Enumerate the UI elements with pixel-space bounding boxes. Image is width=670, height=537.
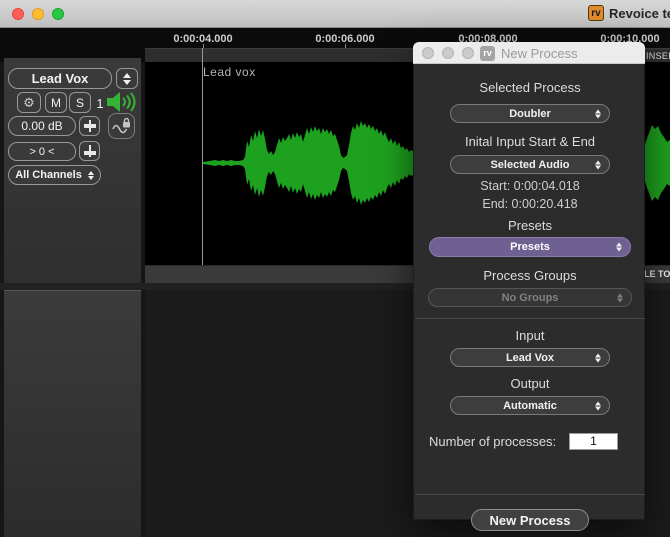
playhead-cursor[interactable] (202, 48, 203, 265)
new-process-dialog: rv New Process Selected Process Doubler … (413, 42, 645, 520)
dropdown-arrows-icon (88, 171, 94, 180)
dialog-title: New Process (501, 46, 578, 61)
dropdown-arrows-icon (595, 160, 601, 169)
up-arrow-icon (123, 73, 131, 78)
dropdown-arrows-icon (617, 293, 623, 302)
window-titlebar: rv Revoice test (0, 0, 670, 28)
input-heading: Input (414, 328, 646, 343)
process-groups-value: No Groups (502, 292, 559, 304)
insert-label: INSERT (646, 51, 670, 61)
dialog-divider (415, 318, 645, 319)
mute-button[interactable]: M (45, 92, 67, 113)
speaker-icon[interactable] (105, 89, 137, 115)
wave-lock-icon (111, 117, 132, 135)
clip-label: Lead vox (203, 65, 256, 79)
process-groups-dropdown: No Groups (428, 288, 632, 307)
selected-process-heading: Selected Process (414, 80, 646, 95)
dialog-titlebar[interactable]: rv New Process (413, 42, 645, 64)
gear-icon: ⚙ (23, 95, 35, 111)
end-time-text: End: 0:00:20.418 (414, 197, 646, 211)
output-value: Automatic (503, 400, 557, 412)
track-name-button[interactable]: Lead Vox (8, 68, 112, 89)
track-control-panel: Lead Vox ⚙ M S 1 0.00 dB > 0 < All Chann… (4, 58, 141, 283)
presets-heading: Presets (414, 218, 646, 233)
empty-track-panel (4, 290, 141, 537)
dialog-body: Selected Process Doubler Inital Input St… (413, 64, 645, 520)
selected-process-value: Doubler (509, 108, 551, 120)
gain-fader-button[interactable] (79, 116, 100, 136)
revoice-app-icon: rv (588, 5, 604, 21)
dropdown-arrows-icon (595, 401, 601, 410)
start-time-text: Start: 0:00:04.018 (414, 179, 646, 193)
pitch-fader-button[interactable] (79, 141, 100, 161)
initial-input-value: Selected Audio (490, 159, 569, 171)
dropdown-arrows-icon (595, 109, 601, 118)
output-heading: Output (414, 376, 646, 391)
pitch-range-button[interactable]: > 0 < (8, 142, 76, 161)
gain-button[interactable]: 0.00 dB (8, 116, 76, 136)
zoom-window-button[interactable] (52, 8, 64, 20)
band-label-fragment: LE TO (644, 269, 670, 279)
window-title-text: Revoice test (609, 6, 670, 21)
input-value: Lead Vox (506, 352, 554, 364)
dialog-close-button[interactable] (422, 47, 434, 59)
process-groups-heading: Process Groups (414, 268, 646, 283)
initial-input-dropdown[interactable]: Selected Audio (450, 155, 610, 174)
input-dropdown[interactable]: Lead Vox (450, 348, 610, 367)
num-processes-label: Number of processes: (429, 434, 556, 449)
dropdown-arrows-icon (616, 243, 622, 252)
new-process-button[interactable]: New Process (471, 509, 589, 531)
down-arrow-icon (123, 80, 131, 85)
waveform-lock-button[interactable] (108, 113, 135, 139)
solo-button[interactable]: S (69, 92, 91, 113)
track-height-stepper[interactable] (116, 68, 138, 89)
dropdown-arrows-icon (595, 353, 601, 362)
minimize-window-button[interactable] (32, 8, 44, 20)
presets-value: Presets (510, 241, 550, 253)
dialog-divider (415, 494, 645, 495)
channels-dropdown[interactable]: All Channels (8, 165, 101, 185)
selected-process-dropdown[interactable]: Doubler (450, 104, 610, 123)
dialog-zoom-button[interactable] (462, 47, 474, 59)
track-settings-button[interactable]: ⚙ (17, 92, 41, 113)
presets-dropdown[interactable]: Presets (429, 237, 631, 257)
dialog-minimize-button[interactable] (442, 47, 454, 59)
output-dropdown[interactable]: Automatic (450, 396, 610, 415)
channels-label: All Channels (15, 169, 82, 181)
num-processes-input[interactable]: 1 (569, 433, 618, 450)
initial-input-heading: Inital Input Start & End (414, 134, 646, 149)
dialog-app-icon: rv (480, 46, 495, 61)
close-window-button[interactable] (12, 8, 24, 20)
window-title: rv Revoice test (588, 5, 670, 21)
